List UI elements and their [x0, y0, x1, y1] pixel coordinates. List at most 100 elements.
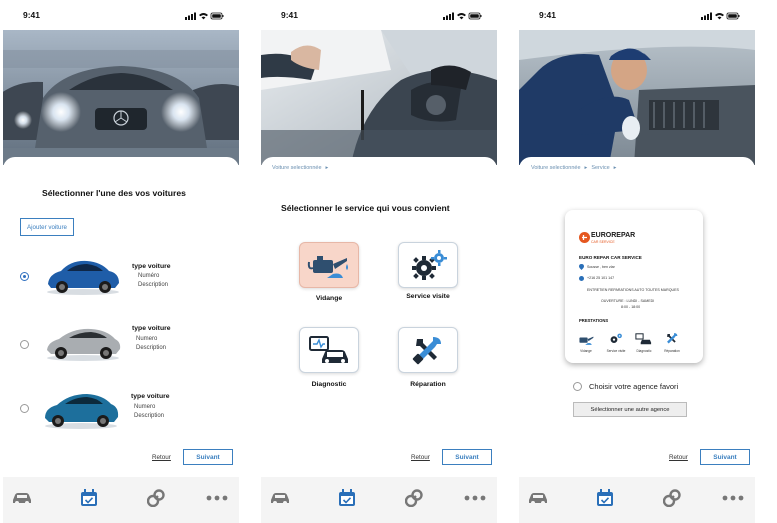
hero-image-smiling-mechanic: [519, 30, 755, 165]
hero-image-car-front: [3, 30, 239, 165]
agency-description: ENTRETIEN REPARATIONS AUTO TOUTES MARQUE…: [587, 288, 679, 292]
prestation-label: Réparation: [664, 349, 680, 353]
gears-icon: [412, 250, 447, 280]
more-icon: [464, 495, 486, 501]
page-title: Sélectionner l'une des vos voitures: [42, 188, 186, 198]
diagnostic-icon: [635, 333, 652, 345]
car-image: [47, 260, 119, 295]
breadcrumb-car[interactable]: Voiture selectionnée: [531, 165, 581, 171]
breadcrumb-car[interactable]: Voiture selectionnée: [272, 165, 322, 171]
breadcrumb: Voiture selectionnée ▸ Service ▸: [531, 165, 620, 171]
next-button[interactable]: Suivant: [183, 449, 233, 465]
car-list-item[interactable]: type voiture Numero Description: [3, 314, 239, 370]
car-radio[interactable]: [20, 272, 29, 281]
tab-bar: [519, 477, 755, 523]
breadcrumb-service[interactable]: Service: [591, 165, 609, 171]
status-bar: 9:41: [519, 0, 755, 30]
service-card-reparation[interactable]: [398, 327, 458, 373]
car-number: Numero: [134, 404, 156, 410]
breadcrumb-separator: ▸: [613, 165, 617, 171]
car-description: Description: [134, 413, 165, 419]
prestation-label: Diagnostic: [636, 349, 652, 353]
agency-brand-sub: CAR SERVICE: [591, 240, 615, 244]
phone-icon: [579, 276, 584, 281]
screen-select-car: 9:41 Sélectionner l'une des vos voitures…: [3, 0, 239, 523]
car-list-item[interactable]: type voiture Numéro Description: [3, 250, 239, 306]
car-radio[interactable]: [20, 340, 29, 349]
eurorepar-logo-icon: [579, 232, 590, 243]
favorite-agency-radio[interactable]: [573, 382, 582, 391]
back-link[interactable]: Retour: [411, 454, 430, 461]
more-icon: [722, 495, 744, 501]
status-bar: 9:41: [261, 0, 497, 30]
agency-brand: EUROREPAR: [591, 232, 636, 239]
car-image: [47, 328, 121, 361]
tab-cars[interactable]: [525, 487, 551, 509]
service-card-diagnostic[interactable]: [299, 327, 359, 373]
diagnostic-icon: [309, 336, 348, 363]
tab-services[interactable]: [659, 487, 685, 509]
car-list-item[interactable]: type voiture Numero Description: [3, 382, 239, 438]
tab-services[interactable]: [401, 487, 427, 509]
prestations-heading: PRESTATIONS: [579, 318, 609, 323]
agency-phone: +216 25 101 147: [587, 276, 615, 280]
oil-can-icon: [579, 336, 594, 345]
car-description: Description: [136, 345, 167, 351]
tab-more[interactable]: [204, 487, 230, 509]
agency-hours: 8:00 - 18:00: [621, 305, 641, 309]
tab-bar: [261, 477, 497, 523]
location-pin-icon: [579, 264, 584, 270]
status-bar: 9:41: [3, 0, 239, 30]
service-card-visite[interactable]: [398, 242, 458, 288]
tab-services[interactable]: [143, 487, 169, 509]
car-image: [45, 394, 119, 429]
gears-icon: [610, 333, 622, 343]
car-number: Numéro: [138, 273, 160, 279]
tab-appointments[interactable]: [76, 487, 102, 509]
car-radio[interactable]: [20, 404, 29, 413]
prestation-label: Vidange: [580, 349, 592, 353]
favorite-agency-label: Choisir votre agence favori: [589, 382, 679, 391]
tab-cars[interactable]: [267, 487, 293, 509]
calendar-check-icon: [597, 489, 613, 506]
tab-more[interactable]: [720, 487, 746, 509]
add-car-button[interactable]: Ajouter voiture: [20, 218, 74, 236]
car-type: type voiture: [132, 263, 171, 270]
back-link[interactable]: Retour: [152, 454, 171, 461]
tab-more[interactable]: [462, 487, 488, 509]
more-icon: [206, 495, 228, 501]
service-label: Diagnostic: [311, 381, 347, 388]
status-icons: [185, 12, 224, 20]
status-time: 9:41: [539, 10, 557, 20]
calendar-check-icon: [339, 489, 355, 506]
car-description: Description: [138, 282, 169, 288]
tab-bar: [3, 477, 239, 523]
breadcrumb-separator: ▸: [584, 165, 588, 171]
car-icon: [529, 493, 547, 505]
breadcrumb-separator: ▸: [325, 165, 329, 171]
service-label: Vidange: [315, 295, 343, 302]
service-card-vidange[interactable]: [299, 242, 359, 288]
tab-appointments[interactable]: [592, 487, 618, 509]
breadcrumb: Voiture selectionnée ▸: [272, 165, 332, 171]
status-time: 9:41: [281, 10, 299, 20]
tab-appointments[interactable]: [334, 487, 360, 509]
car-icon: [271, 493, 289, 505]
status-time: 9:41: [23, 10, 41, 20]
select-other-agency-button[interactable]: Sélectionner une autre agence: [573, 402, 687, 417]
back-link[interactable]: Retour: [669, 454, 688, 461]
calendar-check-icon: [81, 489, 97, 506]
agency-address: Sousse , ben zlar: [587, 265, 615, 269]
agency-card[interactable]: EUROREPAR CAR SERVICE EURO REPAR CAR SER…: [565, 210, 703, 363]
next-button[interactable]: Suivant: [700, 449, 750, 465]
service-label: Service visite: [406, 293, 450, 300]
agency-hours-label: OUVERTURE : LUNDI - SAMEDI: [601, 299, 655, 303]
car-icon: [13, 493, 31, 505]
next-button[interactable]: Suivant: [442, 449, 492, 465]
wrench-icon: [147, 489, 165, 507]
prestation-label: Service visite: [606, 349, 626, 353]
tab-cars[interactable]: [9, 487, 35, 509]
tools-icon: [667, 333, 678, 344]
screen-select-agency: 9:41 Voiture selectionnée ▸ Service ▸ EU…: [519, 0, 755, 523]
agency-name: EURO REPAR CAR SERVICE: [579, 255, 642, 260]
